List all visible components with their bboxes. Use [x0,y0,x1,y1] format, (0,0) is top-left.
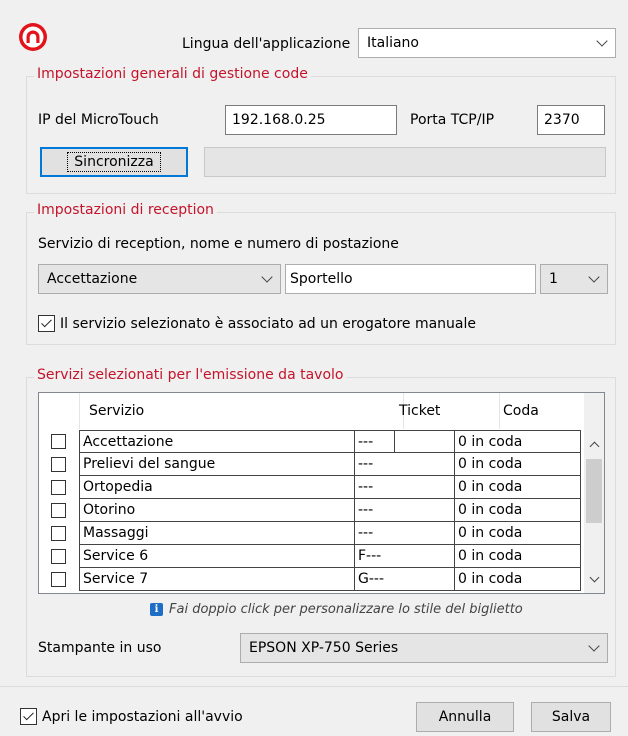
cell-service: Ortopedia [79,476,355,499]
port-label: Porta TCP/IP [410,112,495,128]
reception-description: Servizio di reception, nome e numero di … [38,236,399,252]
ip-label: IP del MicroTouch [38,112,159,128]
row-checkbox[interactable] [51,434,66,449]
cell-queue: 0 in coda [454,430,581,453]
services-list[interactable]: Servizio Ticket Coda Accettazione --- 0 … [38,392,605,594]
row-checkbox[interactable] [51,572,66,587]
cell-queue: 0 in coda [454,453,581,476]
cell-queue: 0 in coda [454,522,581,545]
cell-queue: 0 in coda [454,545,581,568]
scroll-up-icon[interactable] [584,435,604,453]
desk-name-input[interactable]: Sportello [285,264,536,294]
column-header-service[interactable]: Servizio [79,393,404,429]
row-checkbox[interactable] [51,480,66,495]
manual-dispenser-option[interactable]: Il servizio selezionato è associato ad u… [38,315,476,332]
save-button[interactable]: Salva [531,702,611,732]
scroll-down-icon[interactable] [584,571,604,589]
cell-service: Prelievi del sangue [79,453,355,476]
sync-button[interactable]: Sincronizza [40,147,188,177]
info-icon: i [150,603,163,616]
cell-service: Service 7 [79,568,355,591]
language-value: Italiano [367,35,419,51]
reception-service-value: Accettazione [47,271,138,287]
column-header-ticket[interactable]: Ticket [393,393,500,429]
reception-legend: Impostazioni di reception [34,202,217,218]
row-checkbox[interactable] [51,549,66,564]
language-label: Lingua dell'applicazione [182,36,351,52]
chevron-down-icon [254,265,280,293]
cell-service: Accettazione [79,430,395,453]
footer-separator [0,686,628,687]
cell-service: Otorino [79,499,355,522]
row-checkbox[interactable] [51,526,66,541]
cell-ticket: G--- [354,568,455,591]
chevron-down-icon [589,29,615,57]
desk-number-value: 1 [549,271,558,287]
cell-ticket: --- [354,453,455,476]
desk-number-select[interactable]: 1 [540,264,608,294]
app-logo-icon [19,23,47,51]
cell-service: Massaggi [79,522,355,545]
sync-button-label: Sincronizza [67,152,161,172]
cell-ticket: --- [354,522,455,545]
cell-queue: 0 in coda [454,499,581,522]
scroll-thumb[interactable] [586,459,602,523]
open-on-start-option[interactable]: Apri le impostazioni all'avvio [20,708,243,725]
row-checkbox[interactable] [51,457,66,472]
customize-hint-text: Fai doppio click per personalizzare lo s… [169,602,523,617]
customize-hint: i Fai doppio click per personalizzare lo… [150,602,523,617]
cell-queue: 0 in coda [454,476,581,499]
queue-settings-legend: Impostazioni generali di gestione code [34,66,311,82]
cell-ticket: F--- [354,545,455,568]
cell-queue: 0 in coda [454,568,581,591]
open-on-start-label: Apri le impostazioni all'avvio [42,708,243,725]
manual-dispenser-label: Il servizio selezionato è associato ad u… [60,315,477,332]
column-header-queue[interactable]: Coda [493,393,594,429]
table-services-legend: Servizi selezionati per l'emissione da t… [34,367,347,383]
sync-status-field [204,147,606,177]
services-rows: Accettazione --- 0 in coda Prelievi del … [39,430,586,593]
cell-ticket: --- [354,430,455,453]
open-on-start-checkbox[interactable] [20,708,37,725]
manual-dispenser-checkbox[interactable] [38,315,55,332]
cell-ticket: --- [354,476,455,499]
port-input[interactable]: 2370 [537,105,605,135]
cell-service: Service 6 [79,545,355,568]
cancel-button[interactable]: Annulla [416,702,514,732]
chevron-down-icon [581,265,607,293]
language-select[interactable]: Italiano [358,28,616,58]
printer-label: Stampante in uso [38,640,162,656]
ip-input[interactable]: 192.168.0.25 [225,105,397,135]
list-scrollbar[interactable] [584,393,604,593]
column-header-check [39,393,80,429]
reception-service-select[interactable]: Accettazione [38,264,281,294]
cell-ticket: --- [354,499,455,522]
printer-select[interactable]: EPSON XP-750 Series [240,633,608,663]
chevron-down-icon [581,634,607,662]
row-checkbox[interactable] [51,503,66,518]
printer-value: EPSON XP-750 Series [249,640,399,656]
